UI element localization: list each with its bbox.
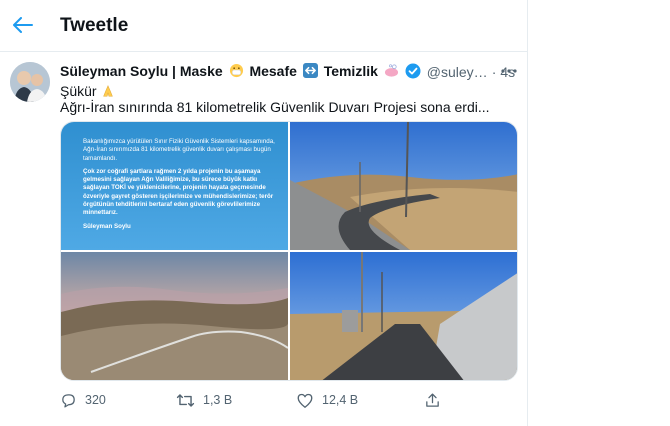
more-options-button[interactable]: [500, 63, 518, 79]
retweet-button[interactable]: 1,3 B: [176, 390, 232, 410]
border-wall-photo-2[interactable]: [61, 252, 288, 380]
heart-icon: [297, 393, 313, 408]
more-horizontal-icon: [501, 69, 517, 73]
tweet-text-line-2: Ağrı-İran sınırında 81 kilometrelik Güve…: [60, 99, 490, 115]
author-line: Süleyman Soylu | Maske Mesafe Temizlik @…: [60, 63, 520, 81]
left-right-arrow-icon: [302, 63, 318, 81]
folded-hands-icon: [101, 84, 115, 98]
reply-icon: [62, 393, 75, 408]
tweet-actions: 320 1,3 B 12,4 B: [60, 390, 500, 410]
page-title: Tweetle: [60, 15, 129, 36]
media-grid: Bakanlığımızca yürütülen Sınır Fiziki Gü…: [60, 121, 518, 381]
share-button[interactable]: [424, 390, 441, 410]
author-name[interactable]: Süleyman Soylu | Maske Mesafe Temizlik: [60, 63, 401, 81]
border-wall-photo-3[interactable]: [290, 252, 517, 380]
infographic-text: Bakanlığımızca yürütülen Sınır Fiziki Gü…: [83, 138, 275, 230]
separator: ·: [491, 64, 497, 80]
mask-face-icon: [229, 63, 244, 81]
tweet-text-line-1: Şükür: [60, 83, 115, 99]
like-button[interactable]: 12,4 B: [296, 390, 358, 410]
verified-badge-icon: [405, 63, 421, 82]
share-icon: [426, 392, 439, 407]
retweet-icon: [176, 393, 195, 407]
author-handle[interactable]: @suley…: [427, 64, 488, 80]
header: Tweetle: [0, 0, 528, 52]
arrow-left-icon: [13, 17, 33, 33]
soap-icon: [384, 63, 399, 81]
border-wall-photo-1[interactable]: [290, 122, 517, 250]
reply-button[interactable]: 320: [60, 390, 106, 410]
back-button[interactable]: [10, 12, 36, 38]
infographic-image[interactable]: Bakanlığımızca yürütülen Sınır Fiziki Gü…: [61, 122, 288, 250]
tweet-panel: Tweetle Süleyman Soylu | Maske Mesafe Te…: [0, 0, 528, 426]
avatar[interactable]: [10, 62, 50, 102]
